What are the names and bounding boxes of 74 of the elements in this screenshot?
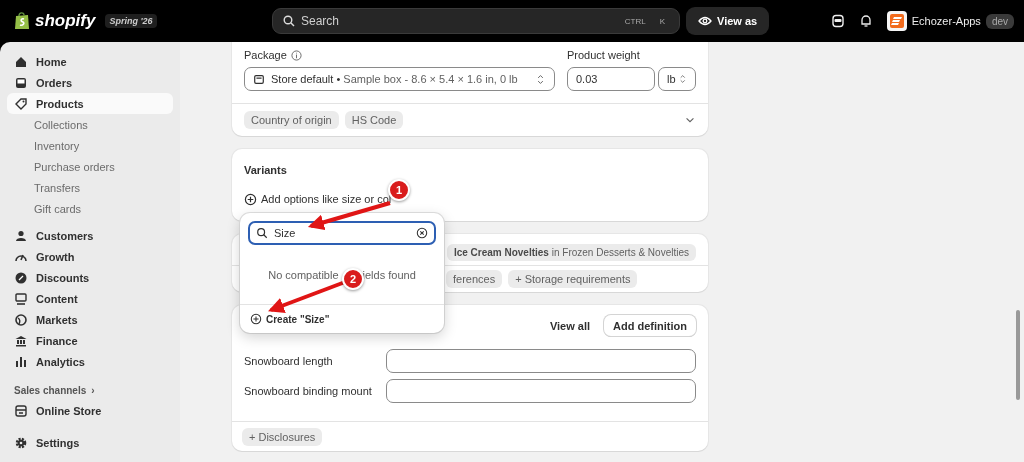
chip[interactable]: ferences [446,270,503,288]
sidebar-item[interactable]: Growth [7,246,173,267]
empty-message: No compatible [268,268,339,281]
eye-icon [698,16,712,26]
sidebar-item[interactable]: Gift cards [7,198,173,219]
package-select[interactable]: Store default • Sample box - 8.6 × 5.4 × 1.6 in, 0 lb [244,67,555,91]
chip[interactable]: Country of origin [244,111,339,129]
assistant-icon[interactable] [830,14,845,28]
field-label: Package [244,49,287,61]
field-label: Snowboard binding mount [244,385,373,397]
field-label: Product weight [567,49,640,61]
bell-icon[interactable] [858,14,873,28]
search-field[interactable]: Search CTRL K [272,8,680,34]
field-label: Snowboard length [244,355,334,367]
info-icon[interactable] [290,49,302,61]
sidebar-item[interactable]: Home [7,51,173,72]
chevron-updown-icon [535,73,546,85]
bank-icon [14,333,28,348]
chip[interactable]: HS Code [344,111,404,129]
sidebar-item[interactable]: Settings [7,432,173,453]
store-icon [14,403,28,418]
text-field[interactable] [386,349,696,373]
sidebar-item[interactable]: Purchase orders [7,156,173,177]
screen-icon [14,291,28,306]
clear-icon [416,227,428,239]
sidebar-item[interactable]: Content [7,288,173,309]
shortcut-key: CTRL [620,16,650,26]
sidebar-item[interactable]: Customers [7,225,173,246]
card-title: Variants [244,163,288,178]
chip[interactable]: + Storage requirements [508,270,638,288]
person-icon [14,228,28,243]
view-all-link[interactable]: View all [549,319,591,332]
tag-icon [14,96,28,111]
view-as-button[interactable]: View as [686,7,770,35]
store-name: Echozer-Apps [911,15,981,27]
account-menu[interactable]: Echozer-Apps dev [886,11,1014,31]
sidebar-item[interactable]: Markets [7,309,173,330]
plus-circle-icon [250,313,262,325]
text-field[interactable] [386,379,696,403]
sidebar-item[interactable]: Online Store [7,400,173,421]
globe-icon [14,312,28,327]
empty-message: ields found [362,268,416,281]
add-definition-button[interactable]: Add definition [604,315,696,336]
search-icon [256,227,268,239]
plus-circle-icon [244,192,257,206]
edition-badge: Spring '26 [105,14,157,28]
home-icon [14,54,28,69]
dev-badge: dev [985,13,1014,29]
sidebar-item[interactable]: Products [7,93,173,114]
sidebar-item[interactable]: Orders [7,72,173,93]
unit-select[interactable]: lb [658,67,696,91]
category-chip[interactable]: Ice Cream Novelties in Frozen Desserts & Novelties [446,244,696,261]
option-search-field[interactable]: Size [248,221,436,245]
sidebar-item[interactable]: Finance [7,330,173,351]
sidebar-item[interactable]: Discounts [7,267,173,288]
logo-icon [14,12,30,30]
shortcut-key: K [655,16,669,26]
sidebar-item[interactable]: Transfers [7,177,173,198]
brand-name: shopify [35,11,96,31]
section-heading[interactable]: Sales channels [14,384,87,396]
sidebar-item[interactable]: Collections [7,114,173,135]
search-icon [283,15,295,27]
box-icon [253,73,265,85]
sidebar-item[interactable]: Analytics [7,351,173,372]
gear-icon [14,435,28,450]
discount-icon [14,270,28,285]
weight-field[interactable]: 0.03 [567,67,655,91]
store-logo-icon [886,11,907,31]
chip[interactable]: + Disclosures [242,428,323,446]
sidebar-item[interactable]: Inventory [7,135,173,156]
inbox-icon [14,75,28,90]
chevron-right-icon[interactable]: › [91,384,95,396]
bar-chart-icon [14,354,28,369]
create-option-item[interactable]: Create "Size" [240,305,444,333]
